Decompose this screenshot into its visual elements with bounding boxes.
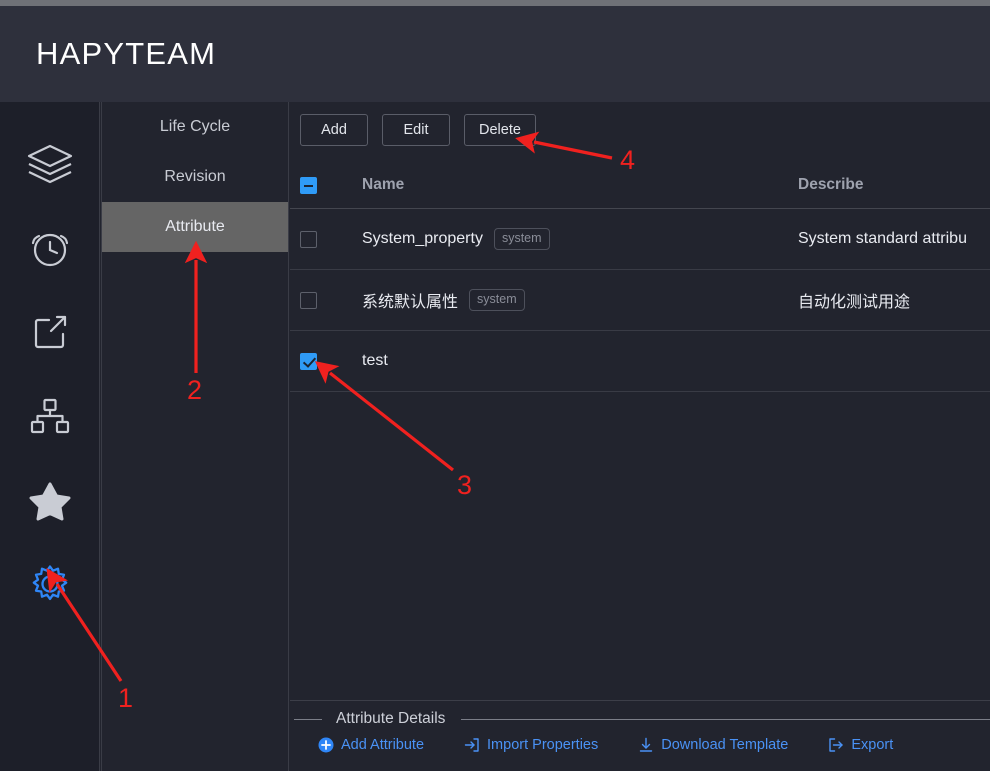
row-describe: 自动化测试用途 xyxy=(798,294,911,311)
sidebar-item-share[interactable] xyxy=(0,290,100,374)
sidebar-rail xyxy=(0,102,100,771)
circle-plus-icon xyxy=(318,737,334,753)
row-name: test xyxy=(362,352,388,369)
row-checkbox[interactable] xyxy=(300,352,317,370)
details-divider xyxy=(461,718,990,720)
gear-icon xyxy=(27,561,73,607)
delete-button[interactable]: Delete xyxy=(464,114,536,146)
row-describe-cell: System standard attribu xyxy=(798,230,990,248)
row-name: System_property xyxy=(362,230,483,247)
table-row[interactable]: System_property system System standard a… xyxy=(290,209,990,270)
download-icon xyxy=(638,737,654,753)
row-badge: system xyxy=(469,289,525,311)
export-link[interactable]: Export xyxy=(828,737,893,753)
tab-revision[interactable]: Revision xyxy=(102,152,288,202)
row-name-cell: System_property system xyxy=(362,228,798,250)
import-properties-link[interactable]: Import Properties xyxy=(464,737,598,753)
download-template-link[interactable]: Download Template xyxy=(638,737,788,753)
row-name-cell: test xyxy=(362,352,798,370)
table-row[interactable]: test xyxy=(290,331,990,392)
row-badge: system xyxy=(493,228,550,250)
export-label: Export xyxy=(851,737,894,753)
tab-revision-label: Revision xyxy=(164,168,226,185)
header-name-cell: Name xyxy=(362,176,798,194)
app-root: HAPYTEAM Life Cycle Revision Attribute A… xyxy=(0,0,990,771)
header-checkbox-cell xyxy=(300,176,362,194)
table-row[interactable]: 系统默认属性 system 自动化测试用途 xyxy=(290,270,990,331)
column-header-describe: Describe xyxy=(798,176,864,193)
import-properties-label: Import Properties xyxy=(487,737,599,753)
table-header-row: Name Describe xyxy=(290,162,990,209)
attribute-details-panel: Attribute Details Add Attribute Import P… xyxy=(290,700,990,771)
tab-attribute[interactable]: Attribute xyxy=(102,202,288,252)
details-dash xyxy=(294,718,322,720)
sidebar-item-structure[interactable] xyxy=(0,374,100,458)
sidebar-item-schedule[interactable] xyxy=(0,206,100,290)
row-checkbox[interactable] xyxy=(300,291,317,309)
main-panel: Add Edit Delete Name Describe System_pro… xyxy=(290,102,990,771)
add-button[interactable]: Add xyxy=(300,114,368,146)
attribute-table: Name Describe System_property system Sys… xyxy=(290,162,990,392)
details-title: Attribute Details xyxy=(336,710,446,727)
sidebar-item-layers[interactable] xyxy=(0,122,100,206)
row-name-cell: 系统默认属性 system xyxy=(362,288,798,312)
select-all-checkbox[interactable] xyxy=(300,176,317,194)
sidebar-item-settings[interactable] xyxy=(0,542,100,626)
brand-title: HAPYTEAM xyxy=(36,36,217,71)
row-describe-cell: 自动化测试用途 xyxy=(798,288,990,312)
import-icon xyxy=(464,737,480,753)
details-action-bar: Add Attribute Import Properties Download… xyxy=(290,737,990,753)
row-name: 系统默认属性 xyxy=(362,294,459,311)
row-checkbox[interactable] xyxy=(300,230,317,248)
tab-life-cycle[interactable]: Life Cycle xyxy=(102,102,288,152)
export-icon xyxy=(828,737,844,753)
add-attribute-link[interactable]: Add Attribute xyxy=(318,737,424,753)
details-header: Attribute Details xyxy=(290,701,990,737)
row-checkbox-cell xyxy=(300,352,362,370)
column-header-name: Name xyxy=(362,176,405,193)
download-template-label: Download Template xyxy=(661,737,789,753)
layers-icon xyxy=(25,141,75,187)
tab-column: Life Cycle Revision Attribute xyxy=(101,102,289,771)
edit-button[interactable]: Edit xyxy=(382,114,450,146)
add-attribute-label: Add Attribute xyxy=(341,737,425,753)
row-checkbox-cell xyxy=(300,291,362,309)
row-describe: System standard attribu xyxy=(798,230,967,247)
share-icon xyxy=(27,309,73,355)
action-toolbar: Add Edit Delete xyxy=(290,102,990,146)
sidebar-item-favorites[interactable] xyxy=(0,458,100,542)
alarm-clock-icon xyxy=(27,225,73,271)
header-describe-cell: Describe xyxy=(798,176,990,194)
tab-life-cycle-label: Life Cycle xyxy=(159,118,231,135)
tab-attribute-label: Attribute xyxy=(165,218,225,235)
star-icon xyxy=(27,477,73,523)
sitemap-icon xyxy=(27,393,73,439)
app-header: HAPYTEAM xyxy=(0,6,990,102)
row-checkbox-cell xyxy=(300,230,362,248)
